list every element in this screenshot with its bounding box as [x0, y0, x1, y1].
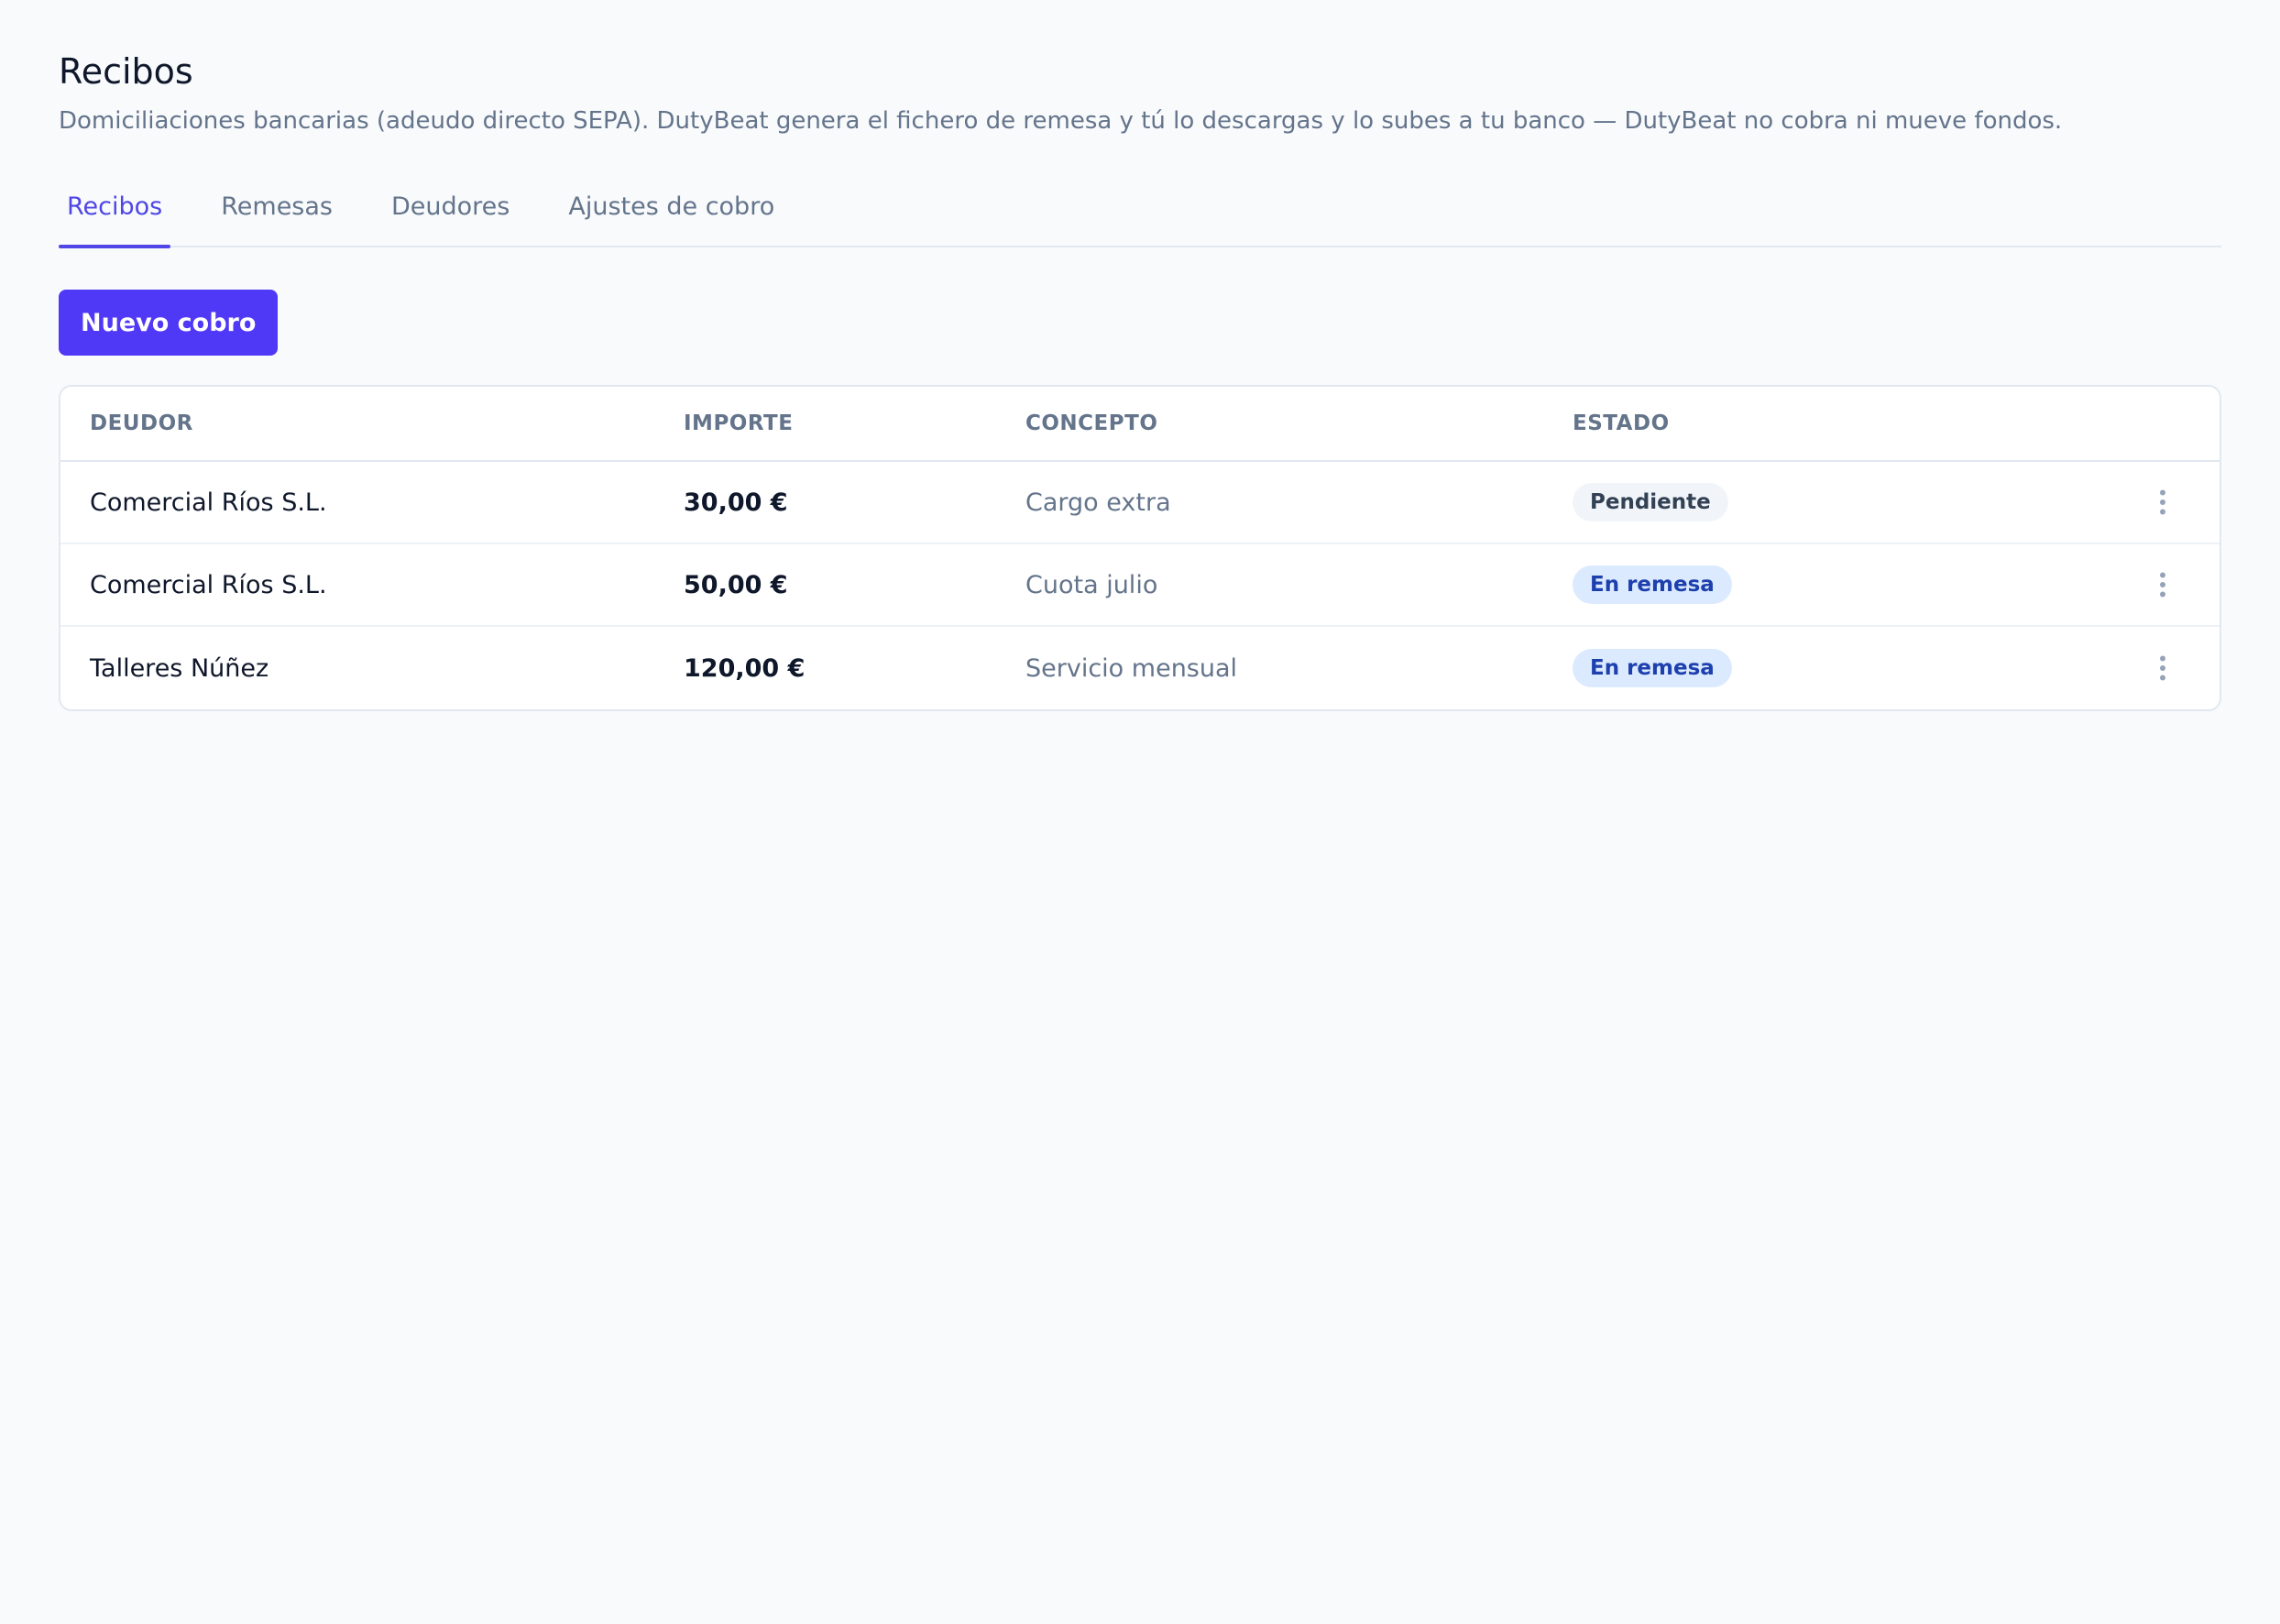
tab-remesas[interactable]: Remesas: [213, 174, 341, 246]
page-subtitle: Domiciliaciones bancarias (adeudo direct…: [59, 107, 2063, 135]
column-header-status[interactable]: ESTADO: [1573, 411, 1670, 435]
status-cell: En remesa: [1573, 565, 1732, 604]
receipts-table: DEUDOR IMPORTE CONCEPTO ESTADO Comercial…: [59, 385, 2221, 711]
column-header-concept[interactable]: CONCEPTO: [1025, 411, 1157, 435]
tab-bar: Recibos Remesas Deudores Ajustes de cobr…: [59, 174, 2221, 248]
status-cell: En remesa: [1573, 649, 1732, 687]
row-actions-button[interactable]: [2143, 482, 2183, 522]
column-header-amount[interactable]: IMPORTE: [684, 411, 793, 435]
more-vertical-icon: [2160, 489, 2165, 515]
more-vertical-icon: [2160, 572, 2165, 598]
amount-cell: 50,00 €: [684, 570, 788, 599]
amount-cell: 30,00 €: [684, 488, 788, 517]
concept-cell: Cargo extra: [1025, 488, 1171, 517]
table-row[interactable]: Talleres Núñez 120,00 € Servicio mensual…: [60, 627, 2220, 709]
tab-ajustes-de-cobro[interactable]: Ajustes de cobro: [560, 174, 783, 246]
column-header-debtor[interactable]: DEUDOR: [90, 411, 193, 435]
table-header: DEUDOR IMPORTE CONCEPTO ESTADO: [60, 387, 2220, 462]
table-row[interactable]: Comercial Ríos S.L. 50,00 € Cuota julio …: [60, 544, 2220, 627]
status-badge: En remesa: [1573, 565, 1732, 604]
status-badge: En remesa: [1573, 649, 1732, 687]
debtor-cell: Talleres Núñez: [90, 653, 269, 683]
status-cell: Pendiente: [1573, 483, 1728, 521]
row-actions-button[interactable]: [2143, 648, 2183, 688]
amount-cell: 120,00 €: [684, 653, 806, 683]
debtor-cell: Comercial Ríos S.L.: [90, 488, 327, 517]
more-vertical-icon: [2160, 655, 2165, 681]
concept-cell: Cuota julio: [1025, 570, 1158, 599]
concept-cell: Servicio mensual: [1025, 653, 1238, 683]
tab-recibos[interactable]: Recibos: [59, 174, 171, 248]
new-charge-button[interactable]: Nuevo cobro: [59, 290, 279, 356]
page-title: Recibos: [59, 51, 193, 92]
debtor-cell: Comercial Ríos S.L.: [90, 570, 327, 599]
table-row[interactable]: Comercial Ríos S.L. 30,00 € Cargo extra …: [60, 462, 2220, 544]
row-actions-button[interactable]: [2143, 565, 2183, 605]
tab-deudores[interactable]: Deudores: [383, 174, 518, 246]
status-badge: Pendiente: [1573, 483, 1728, 521]
